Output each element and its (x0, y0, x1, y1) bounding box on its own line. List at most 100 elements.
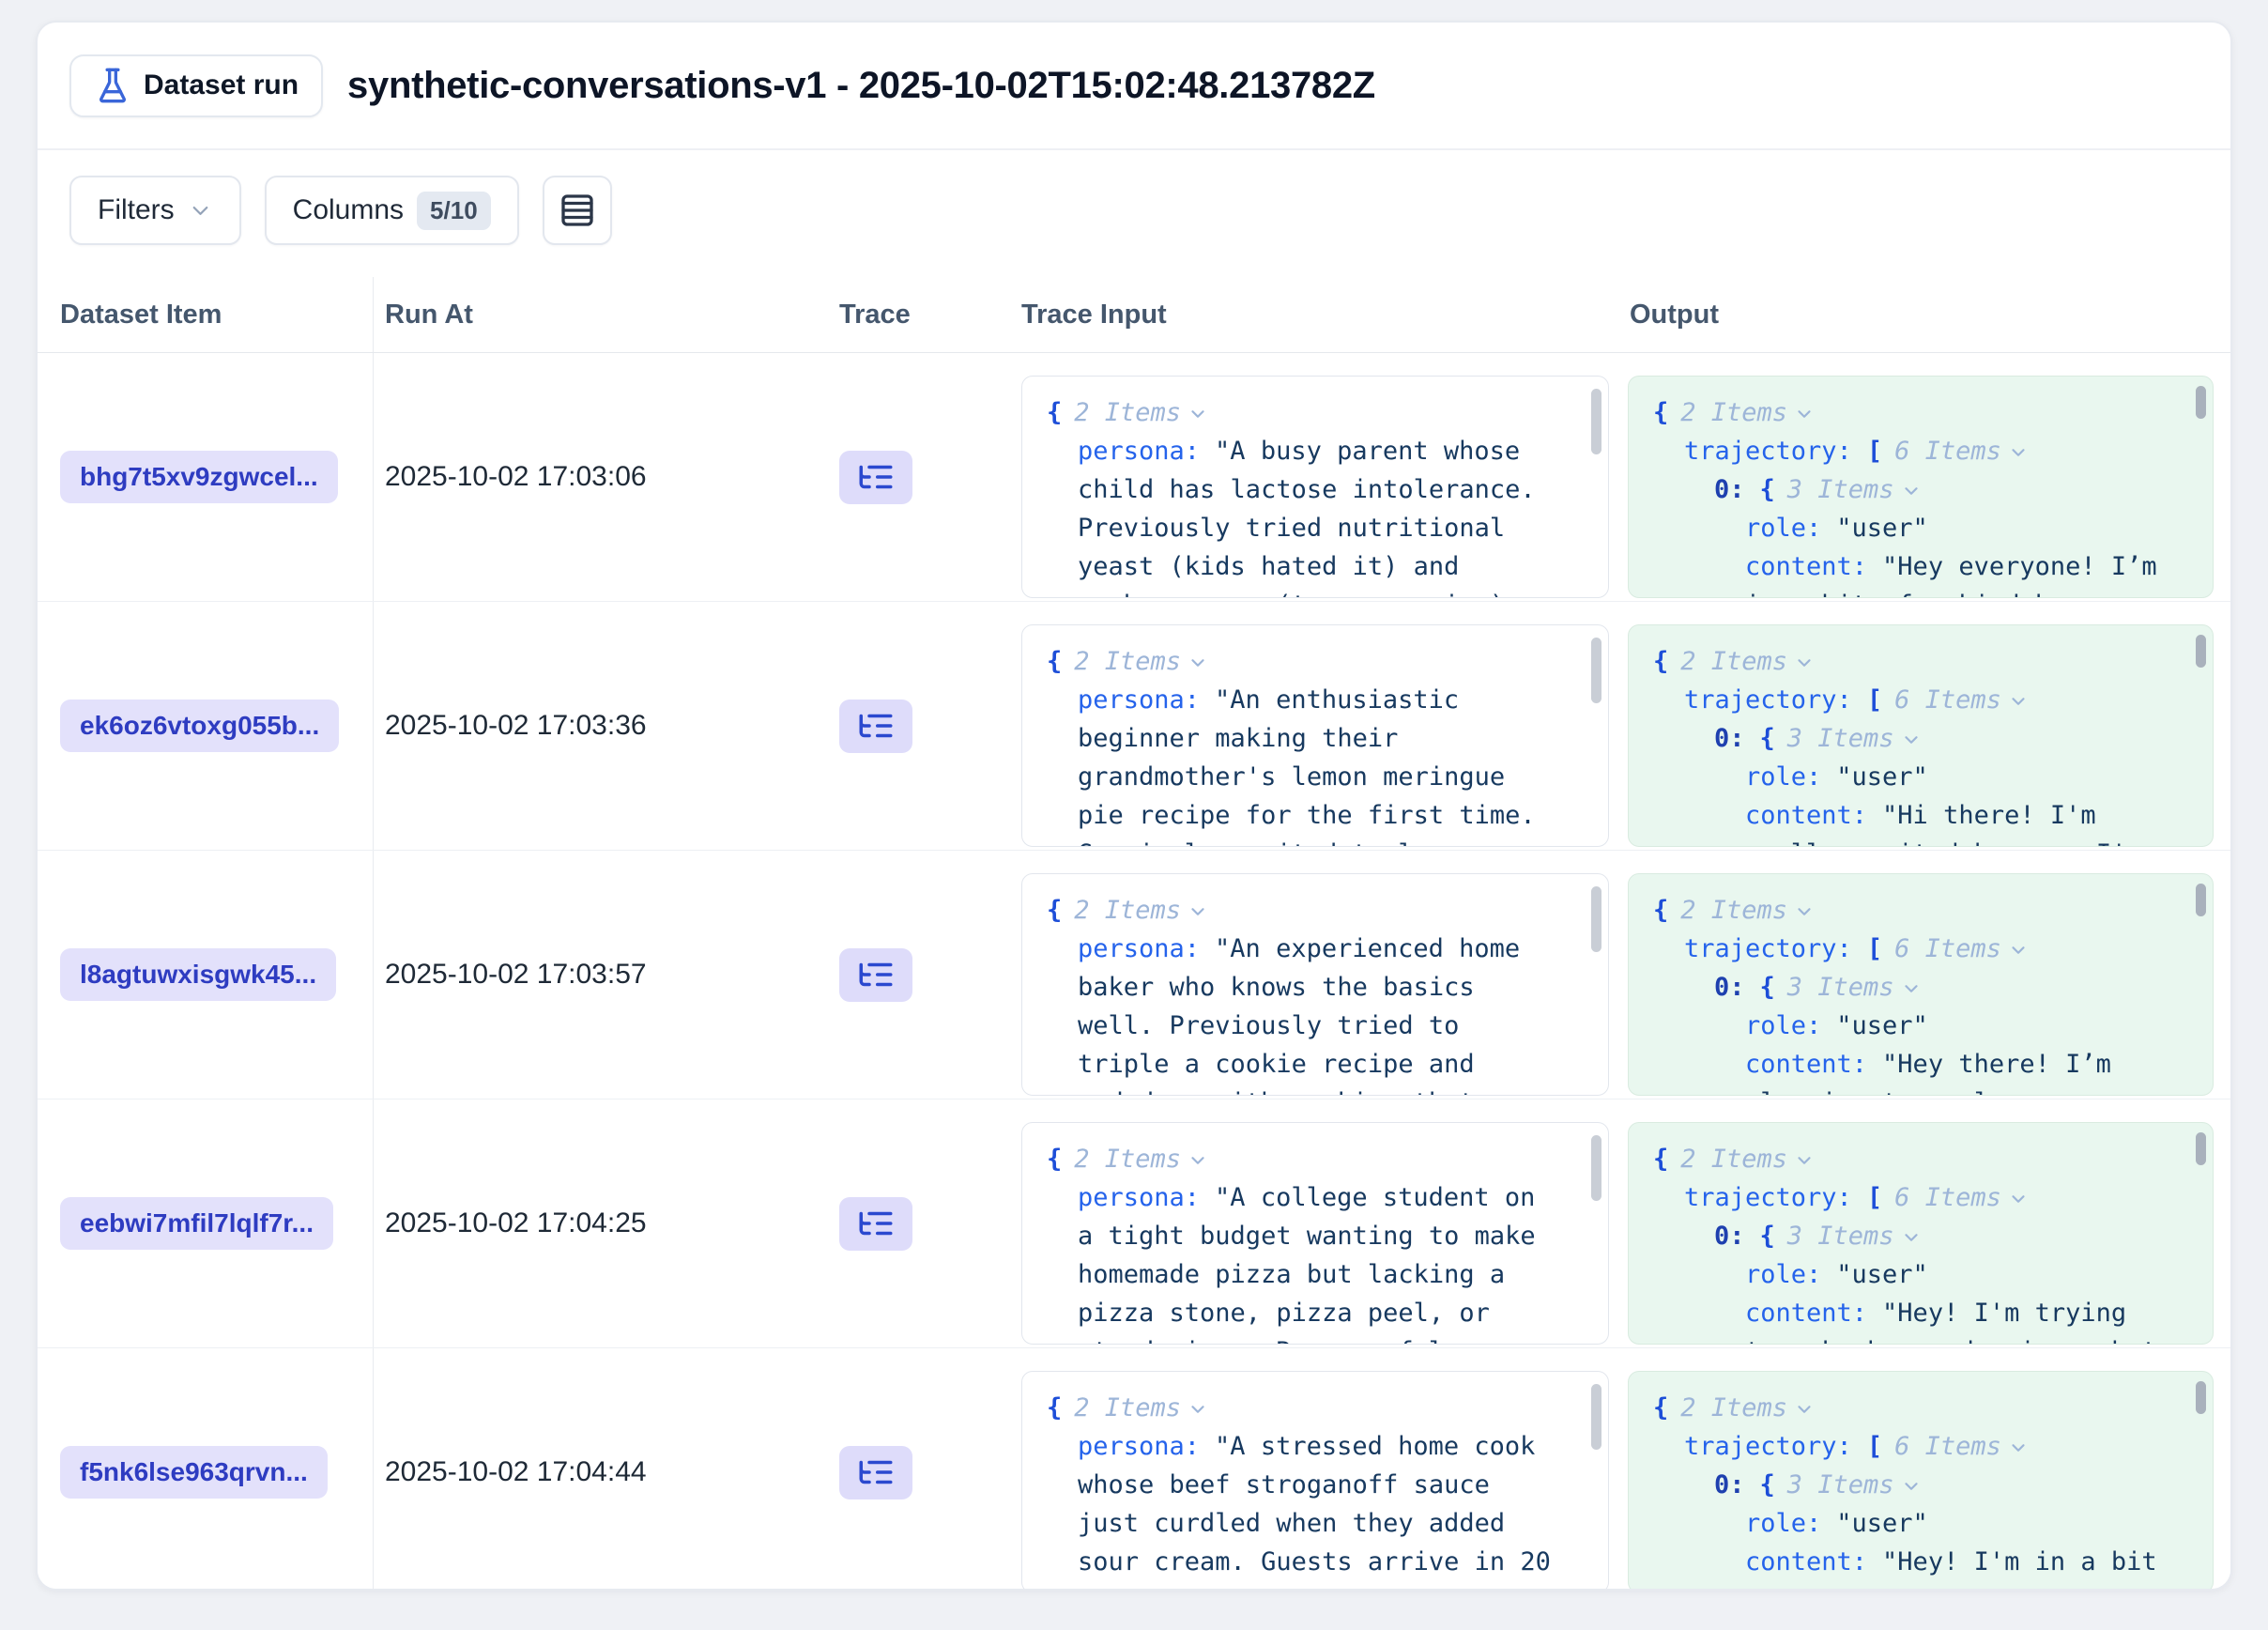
json-root-line: {2 Items (1047, 393, 1557, 432)
json-key: content: (1745, 1547, 1867, 1576)
json-key: trajectory: (1684, 685, 1852, 715)
trace-cell (834, 1348, 1012, 1591)
json-open-brace: { (1760, 973, 1775, 1002)
output-json[interactable]: {2 Items trajectory:[6 Items 0:{3 Items … (1628, 624, 2214, 847)
output-cell: {2 Items trajectory:[6 Items 0:{3 Items … (1618, 1348, 2232, 1591)
json-open-brace: { (1047, 1145, 1062, 1174)
trace-button[interactable] (839, 451, 912, 504)
json-key: trajectory: (1684, 1183, 1852, 1212)
scrollbar-thumb[interactable] (1591, 389, 1601, 454)
output-json[interactable]: {2 Items trajectory:[6 Items 0:{3 Items … (1628, 376, 2214, 598)
collapse-chevron-icon[interactable] (1901, 1476, 1922, 1497)
json-content-line: content:"Hi there! I'm really excited be… (1653, 796, 2162, 847)
collapse-chevron-icon[interactable] (1188, 901, 1208, 922)
json-string-value: "user" (1836, 1509, 1928, 1538)
scrollbar-thumb[interactable] (1591, 638, 1601, 703)
json-open-brace: { (1653, 647, 1668, 676)
columns-button[interactable]: Columns 5/10 (265, 176, 519, 245)
output-json[interactable]: {2 Items trajectory:[6 Items 0:{3 Items … (1628, 873, 2214, 1096)
json-items-count: 6 Items (1894, 1183, 2001, 1212)
table-row: f5nk6lse963qrvn... 2025-10-02 17:04:44 {… (38, 1348, 2230, 1591)
trace-input-json[interactable]: {2 Items persona:"A busy parent whose ch… (1021, 376, 1609, 598)
trace-input-json[interactable]: {2 Items persona:"A stressed home cook w… (1021, 1371, 1609, 1591)
json-root-line: {2 Items (1653, 1140, 2162, 1178)
columns-button-label: Columns (293, 194, 404, 226)
collapse-chevron-icon[interactable] (1188, 1150, 1208, 1171)
collapse-chevron-icon[interactable] (1794, 404, 1815, 424)
trace-input-json[interactable]: {2 Items persona:"An enthusiastic beginn… (1021, 624, 1609, 847)
scrollbar-thumb[interactable] (1591, 886, 1601, 952)
column-header-trace: Trace (834, 277, 1012, 352)
scrollbar-thumb[interactable] (2196, 1132, 2206, 1165)
json-items-count: 2 Items (1074, 398, 1181, 427)
json-index-key: 0: (1714, 1470, 1745, 1499)
json-items-count: 2 Items (1074, 1145, 1181, 1174)
trace-input-json[interactable]: {2 Items persona:"An experienced home ba… (1021, 873, 1609, 1096)
scrollbar-thumb[interactable] (1591, 1135, 1601, 1201)
scrollbar-thumb[interactable] (2196, 635, 2206, 668)
trace-button[interactable] (839, 1197, 912, 1251)
scrollbar-thumb[interactable] (2196, 386, 2206, 419)
list-tree-icon (856, 955, 896, 994)
json-root-line: {2 Items (1047, 642, 1557, 681)
json-content-line: content:"Hey! I'm in a bit of a panic ri… (1653, 1543, 2162, 1591)
output-cell: {2 Items trajectory:[6 Items 0:{3 Items … (1618, 1099, 2232, 1347)
json-open-bracket: [ (1867, 1432, 1882, 1461)
json-items-count: 2 Items (1680, 398, 1787, 427)
collapse-chevron-icon[interactable] (1188, 653, 1208, 673)
collapse-chevron-icon[interactable] (1901, 1227, 1922, 1248)
json-key: persona: (1078, 1183, 1200, 1212)
collapse-chevron-icon[interactable] (1901, 730, 1922, 750)
filters-button[interactable]: Filters (69, 176, 241, 245)
collapse-chevron-icon[interactable] (1901, 481, 1922, 501)
collapse-chevron-icon[interactable] (2008, 691, 2029, 712)
trace-input-json[interactable]: {2 Items persona:"A college student on a… (1021, 1122, 1609, 1345)
scrollbar-thumb[interactable] (1591, 1384, 1601, 1450)
dataset-item-cell: eebwi7mfil7lqlf7r... (38, 1099, 374, 1347)
trace-input-cell: {2 Items persona:"A stressed home cook w… (1012, 1348, 1618, 1591)
json-role-line: role:"user" (1653, 1255, 2162, 1294)
json-items-count: 3 Items (1787, 973, 1894, 1002)
collapse-chevron-icon[interactable] (1794, 1399, 1815, 1420)
json-string-value: "user" (1836, 514, 1928, 543)
trace-button[interactable] (839, 948, 912, 1002)
trace-button[interactable] (839, 700, 912, 753)
table-row: l8agtuwxisgwk45... 2025-10-02 17:03:57 {… (38, 851, 2230, 1099)
trace-input-cell: {2 Items persona:"An experienced home ba… (1012, 851, 1618, 1099)
json-open-brace: { (1653, 1393, 1668, 1422)
collapse-chevron-icon[interactable] (2008, 1438, 2029, 1458)
collapse-chevron-icon[interactable] (1188, 404, 1208, 424)
output-json[interactable]: {2 Items trajectory:[6 Items 0:{3 Items … (1628, 1122, 2214, 1345)
dataset-item-badge[interactable]: eebwi7mfil7lqlf7r... (60, 1197, 333, 1250)
json-items-count: 2 Items (1074, 1393, 1181, 1422)
scrollbar-thumb[interactable] (2196, 884, 2206, 916)
dataset-item-badge[interactable]: l8agtuwxisgwk45... (60, 948, 336, 1001)
dataset-item-badge[interactable]: ek6oz6vtoxg055b... (60, 700, 339, 752)
collapse-chevron-icon[interactable] (1794, 901, 1815, 922)
table-row: eebwi7mfil7lqlf7r... 2025-10-02 17:04:25… (38, 1099, 2230, 1348)
dataset-item-badge[interactable]: bhg7t5xv9zgwcel... (60, 451, 338, 503)
trace-button[interactable] (839, 1446, 912, 1499)
dataset-item-badge[interactable]: f5nk6lse963qrvn... (60, 1446, 328, 1499)
scrollbar-thumb[interactable] (2196, 1381, 2206, 1414)
json-string-value: "user" (1836, 1260, 1928, 1289)
trace-input-cell: {2 Items persona:"A busy parent whose ch… (1012, 353, 1618, 601)
collapse-chevron-icon[interactable] (1188, 1399, 1208, 1420)
collapse-chevron-icon[interactable] (2008, 442, 2029, 463)
collapse-chevron-icon[interactable] (1794, 653, 1815, 673)
json-key: trajectory: (1684, 1432, 1852, 1461)
column-header-dataset-item: Dataset Item (38, 277, 374, 352)
json-root-line: {2 Items (1653, 393, 2162, 432)
json-open-brace: { (1653, 1145, 1668, 1174)
json-role-line: role:"user" (1653, 758, 2162, 796)
collapse-chevron-icon[interactable] (1901, 978, 1922, 999)
output-json[interactable]: {2 Items trajectory:[6 Items 0:{3 Items … (1628, 1371, 2214, 1591)
page-title: synthetic-conversations-v1 - 2025-10-02T… (347, 65, 1375, 107)
json-items-count: 3 Items (1787, 724, 1894, 753)
collapse-chevron-icon[interactable] (2008, 1189, 2029, 1209)
json-index-key: 0: (1714, 973, 1745, 1002)
row-height-button[interactable] (543, 176, 612, 245)
collapse-chevron-icon[interactable] (1794, 1150, 1815, 1171)
json-persona-line: persona:"A college student on a tight bu… (1047, 1178, 1557, 1345)
collapse-chevron-icon[interactable] (2008, 940, 2029, 961)
